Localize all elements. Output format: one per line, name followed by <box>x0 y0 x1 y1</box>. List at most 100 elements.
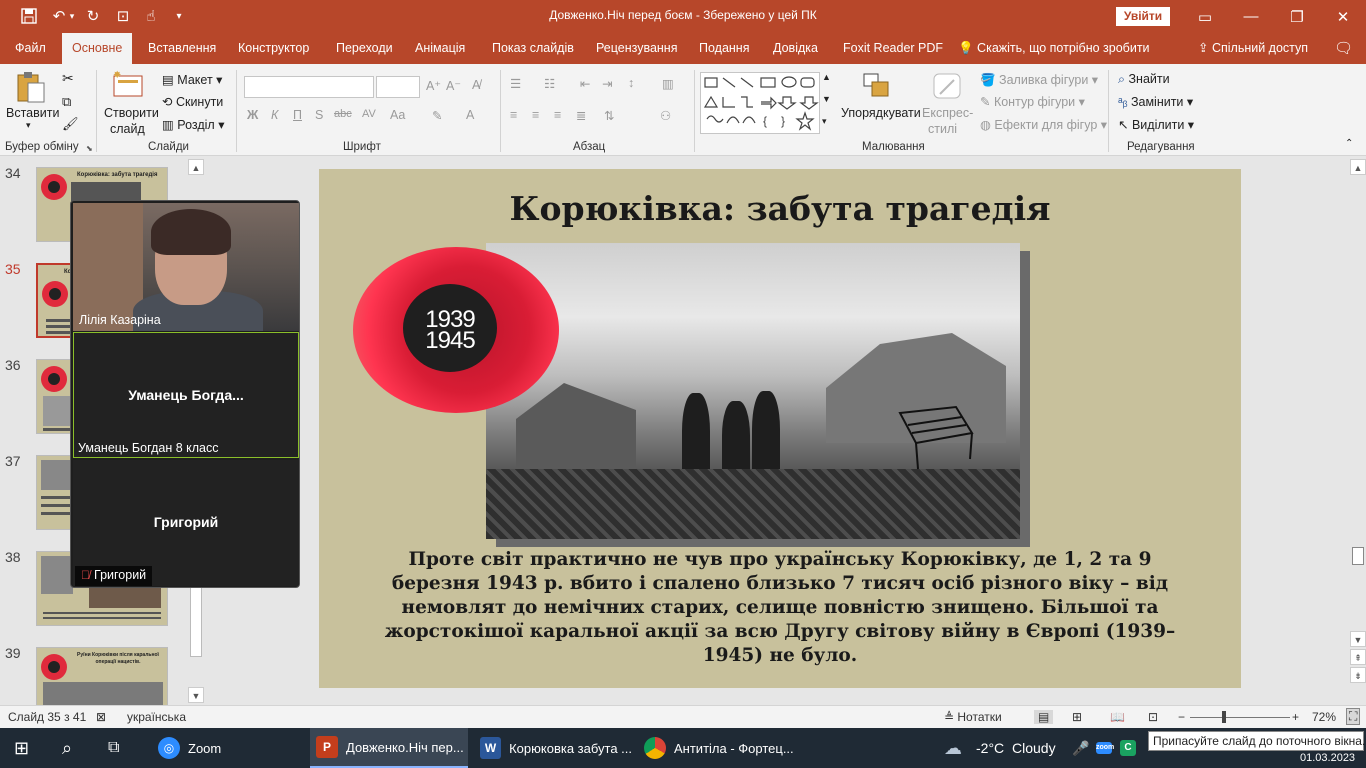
scroll-down-icon[interactable]: ▼ <box>1350 631 1366 647</box>
tab-home[interactable]: Основне <box>62 33 133 64</box>
tab-design[interactable]: Конструктор <box>238 33 309 64</box>
new-slide-icon[interactable]: ✸ <box>112 70 146 101</box>
sign-in-button[interactable]: Увійти <box>1116 7 1170 26</box>
participant-tile[interactable]: Уманець Богда... Уманець Богдан 8 класс <box>73 332 299 458</box>
slide-body-text[interactable]: Проте світ практично не чув про українсь… <box>369 548 1191 668</box>
replace-button[interactable]: ᵃᵦ Замінити ▾ <box>1118 94 1193 109</box>
columns-icon[interactable]: ▥ <box>662 76 674 91</box>
quick-styles-label[interactable]: стилі <box>928 122 957 136</box>
copy-icon[interactable]: ⧉ <box>62 94 71 110</box>
align-right-icon[interactable]: ≡ <box>554 108 561 122</box>
previous-slide-icon[interactable]: ⇞ <box>1350 649 1366 665</box>
tab-file[interactable]: Файл <box>15 33 46 64</box>
bullets-icon[interactable]: ☰ <box>510 76 521 91</box>
zoom-slider-thumb[interactable] <box>1222 711 1226 723</box>
slide-sorter-icon[interactable]: ⊞ <box>1072 710 1082 724</box>
shapes-gallery[interactable]: { } <box>700 72 820 134</box>
next-slide-icon[interactable]: ⇟ <box>1350 667 1366 683</box>
fit-slide-icon[interactable]: ⛶ <box>1346 708 1361 725</box>
slide-title[interactable]: Корюківка: забута трагедія <box>319 189 1241 228</box>
align-center-icon[interactable]: ≡ <box>532 108 539 122</box>
numbering-icon[interactable]: ☷ <box>544 76 555 91</box>
dialog-launcher-icon[interactable]: ⬊ <box>86 144 93 153</box>
grow-font-icon[interactable]: A⁺ <box>426 78 441 93</box>
zoom-out-icon[interactable]: − <box>1178 710 1185 724</box>
participant-video[interactable]: Лілія Казаріна <box>73 203 299 331</box>
zoom-in-icon[interactable]: + <box>1292 710 1299 724</box>
increase-indent-icon[interactable]: ⇥ <box>602 76 612 91</box>
tab-insert[interactable]: Вставлення <box>148 33 216 64</box>
shadow-button[interactable]: S <box>315 108 323 122</box>
reset-button[interactable]: ⟲ Скинути <box>162 94 223 109</box>
redo-icon[interactable]: ↻ <box>82 6 104 26</box>
slide-thumbnail[interactable]: Руїни Корюківки після каральної операції… <box>36 647 168 705</box>
font-name-field[interactable] <box>244 76 374 98</box>
windows-start-icon[interactable]: ⊞ <box>14 728 29 768</box>
scroll-up-icon[interactable]: ▲ <box>1350 159 1366 175</box>
tab-foxit[interactable]: Foxit Reader PDF <box>843 33 943 64</box>
align-left-icon[interactable]: ≡ <box>510 108 517 122</box>
tray-zoom-icon[interactable]: zoom <box>1096 728 1114 768</box>
weather-temp[interactable]: -2°C <box>976 728 1004 768</box>
undo-dropdown-icon[interactable]: ▾ <box>66 6 78 26</box>
taskbar-date[interactable]: 01.03.2023 <box>1300 748 1355 768</box>
gallery-down-icon[interactable]: ▼ <box>822 94 831 104</box>
tab-animations[interactable]: Анімація <box>415 33 465 64</box>
task-view-icon[interactable]: ⧉ <box>108 728 119 768</box>
find-button[interactable]: ⌕ Знайти <box>1118 72 1170 87</box>
layout-button[interactable]: ▤ Макет ▾ <box>162 72 222 87</box>
spellcheck-icon[interactable]: ⊠ <box>96 710 106 724</box>
tab-review[interactable]: Рецензування <box>596 33 677 64</box>
select-button[interactable]: ↖ Виділити ▾ <box>1118 117 1194 132</box>
font-size-field[interactable] <box>376 76 420 98</box>
search-icon[interactable]: ⌕ <box>62 728 72 768</box>
comments-icon[interactable]: 🗨 <box>1334 33 1353 64</box>
notes-button[interactable]: ≜ Нотатки <box>944 710 1002 724</box>
change-case-button[interactable]: Aa <box>390 108 405 122</box>
taskbar-app-powerpoint[interactable]: P Довженко.Ніч пер... <box>310 728 468 768</box>
tab-transitions[interactable]: Переходи <box>336 33 393 64</box>
line-spacing-icon[interactable]: ↕ <box>628 76 634 90</box>
paste-button[interactable]: Вставити <box>6 106 59 120</box>
shrink-font-icon[interactable]: A⁻ <box>446 78 461 93</box>
tray-app-icon[interactable]: C <box>1120 728 1136 768</box>
gallery-more-icon[interactable]: ▾ <box>822 116 827 127</box>
scroll-down-icon[interactable]: ▼ <box>188 687 204 703</box>
minimize-icon[interactable]: — <box>1228 0 1274 33</box>
taskbar-app-zoom[interactable]: ◎ Zoom <box>152 728 302 768</box>
format-painter-icon[interactable]: 🖌 <box>62 116 79 132</box>
scroll-thumb[interactable] <box>1352 547 1364 565</box>
scroll-up-icon[interactable]: ▲ <box>188 159 204 175</box>
decrease-indent-icon[interactable]: ⇤ <box>580 76 590 91</box>
new-slide-label[interactable]: слайд <box>110 122 145 136</box>
gallery-up-icon[interactable]: ▲ <box>822 72 831 82</box>
cut-icon[interactable]: ✂ <box>62 70 74 87</box>
tell-me-box[interactable]: 💡 Скажіть, що потрібно зробити <box>958 33 1150 64</box>
customize-icon[interactable]: ▾ <box>168 6 190 26</box>
taskbar-app-chrome[interactable]: Антитіла - Фортец... <box>638 728 798 768</box>
justify-icon[interactable]: ≣ <box>576 108 586 123</box>
tab-help[interactable]: Довідка <box>773 33 818 64</box>
close-icon[interactable]: ✕ <box>1320 0 1366 33</box>
zoom-level[interactable]: 72% <box>1312 710 1336 724</box>
strikethrough-button[interactable]: abc <box>334 108 352 120</box>
quick-styles-icon[interactable] <box>932 72 964 103</box>
scroll-thumb[interactable] <box>190 577 202 657</box>
underline-button[interactable]: П <box>293 108 302 122</box>
reading-view-icon[interactable]: 📖 <box>1110 710 1125 724</box>
ribbon-display-icon[interactable]: ▭ <box>1182 0 1228 33</box>
paste-dropdown-icon[interactable]: ▾ <box>26 120 31 131</box>
char-spacing-button[interactable]: AV <box>362 108 376 120</box>
restore-icon[interactable]: ❐ <box>1274 0 1320 33</box>
font-color-icon[interactable]: A <box>466 108 474 122</box>
shape-fill-button[interactable]: 🪣 Заливка фігури ▾ <box>980 72 1098 88</box>
taskbar-app-word[interactable]: W Корюковка забута ... <box>474 728 632 768</box>
tab-view[interactable]: Подання <box>699 33 749 64</box>
current-slide[interactable]: Корюківка: забута трагедія 1939 1945 Про… <box>319 169 1241 688</box>
war-ruins-photo[interactable] <box>486 243 1020 539</box>
paste-icon[interactable] <box>14 70 48 107</box>
section-button[interactable]: ▥ Розділ ▾ <box>162 117 224 132</box>
participant-tile[interactable]: Григорий 🎙̸ Григорий <box>73 460 299 586</box>
shape-effects-button[interactable]: ◍ Ефекти для фігур ▾ <box>980 117 1107 132</box>
collapse-ribbon-icon[interactable]: ⌃ <box>1345 138 1353 149</box>
